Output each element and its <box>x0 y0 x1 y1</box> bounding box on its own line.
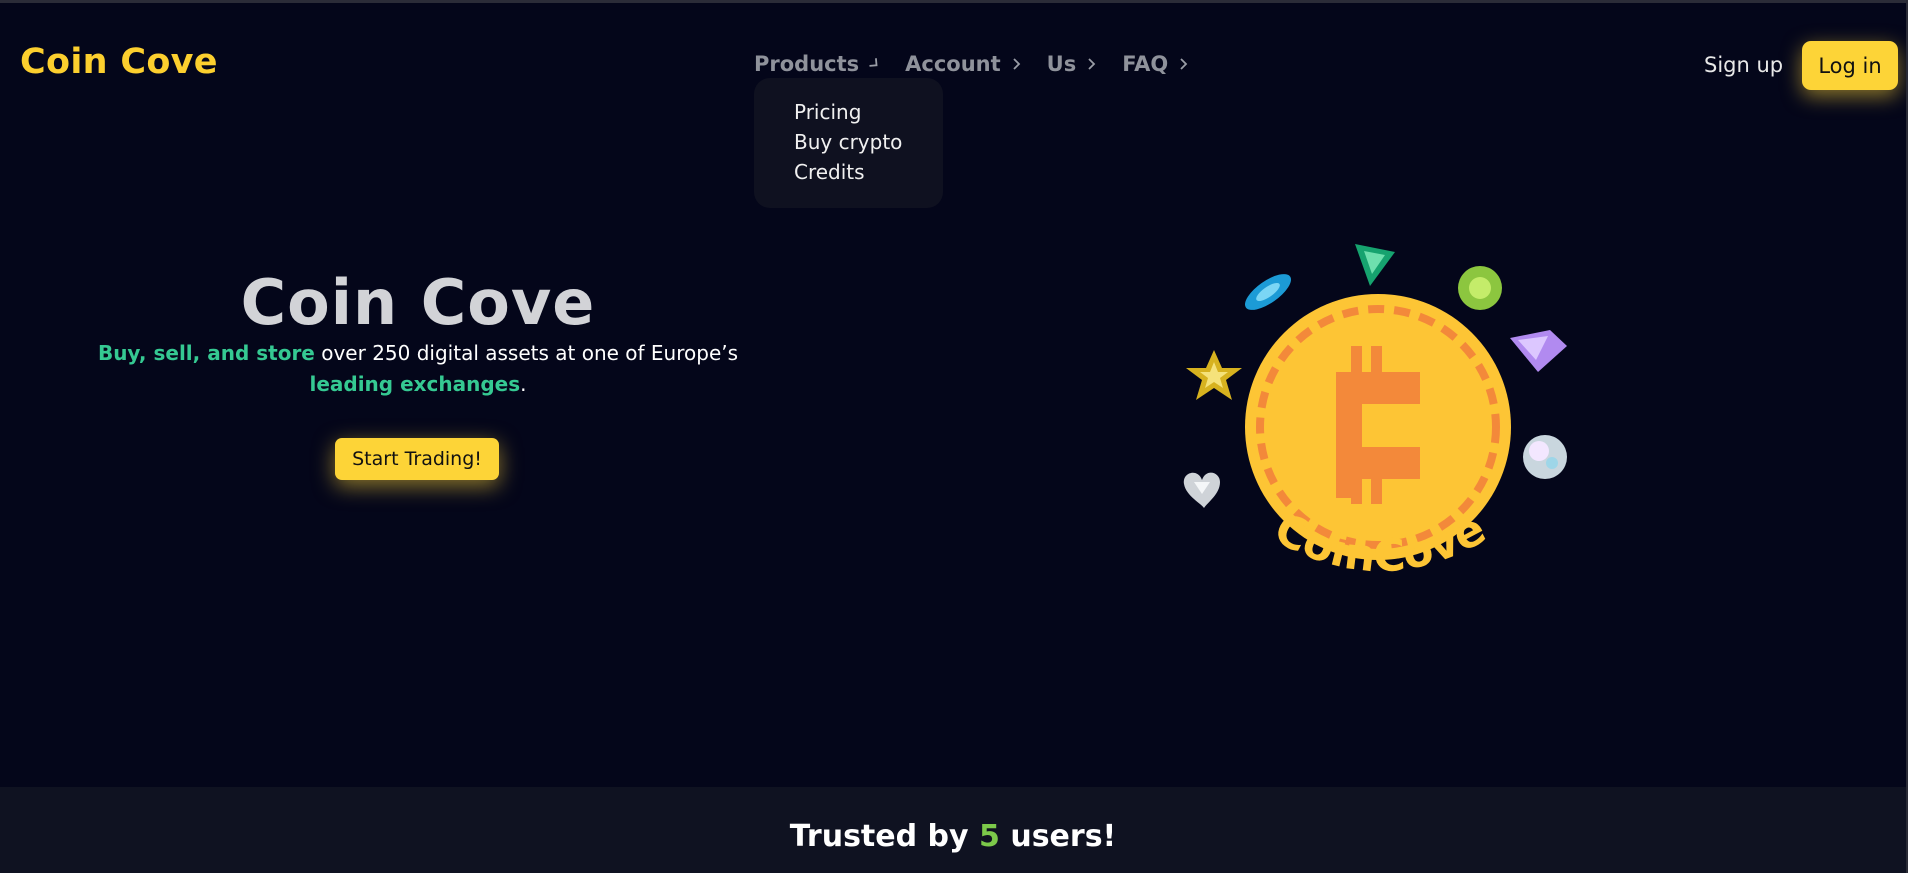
nav-products[interactable]: Products <box>754 52 883 76</box>
start-trading-button[interactable]: Start Trading! <box>335 438 499 480</box>
nav-us[interactable]: Us <box>1047 52 1101 76</box>
nav-account[interactable]: Account <box>905 52 1025 76</box>
trillion-gem-icon <box>1355 244 1395 286</box>
chevron-right-icon <box>1180 58 1188 70</box>
hero-subtitle: Buy, sell, and store over 250 digital as… <box>68 338 768 400</box>
star-gem-icon <box>1186 350 1242 400</box>
hero-subtitle-text-1: over 250 digital assets at one of Europe… <box>314 341 739 365</box>
window-top-border <box>0 0 1908 3</box>
products-dropdown: Pricing Buy crypto Credits <box>754 78 943 208</box>
dropdown-item-buy-crypto[interactable]: Buy crypto <box>794 130 902 154</box>
dropdown-item-credits[interactable]: Credits <box>794 160 865 184</box>
main-nav: Products Account Us FAQ <box>754 52 1192 76</box>
chevron-right-icon <box>1088 58 1096 70</box>
opal-gem-icon <box>1523 435 1567 479</box>
diamond-gem-icon <box>1510 330 1567 372</box>
hero-subtitle-text-2: . <box>520 372 527 396</box>
signup-link[interactable]: Sign up <box>1704 53 1783 77</box>
trust-suffix: users! <box>999 819 1117 854</box>
heart-gem-icon <box>1183 472 1220 508</box>
marquise-gem-icon <box>1245 274 1291 310</box>
chevron-right-icon <box>869 58 878 67</box>
hero-subtitle-highlight-1: Buy, sell, and store <box>97 341 315 365</box>
hero-title: Coin Cove <box>240 266 596 339</box>
dropdown-item-pricing[interactable]: Pricing <box>794 100 861 124</box>
chevron-right-icon <box>1013 58 1020 70</box>
trust-title: Trusted by 5 users! <box>0 819 1906 854</box>
nav-products-label: Products <box>754 52 860 76</box>
trust-banner: Trusted by 5 users! <box>0 787 1906 873</box>
nav-faq-label: FAQ <box>1122 52 1169 76</box>
coin-cove-illustration: CoinCove <box>1183 244 1567 583</box>
login-button[interactable]: Log in <box>1802 41 1898 90</box>
hero-subtitle-highlight-2: leading exchanges <box>309 372 521 396</box>
user-count: 5 <box>979 819 1000 854</box>
brand-logo[interactable]: Coin Cove <box>20 42 218 82</box>
nav-account-label: Account <box>905 52 1001 76</box>
nav-faq[interactable]: FAQ <box>1122 52 1192 76</box>
round-gem-icon <box>1458 266 1502 310</box>
nav-us-label: Us <box>1046 52 1077 76</box>
trust-prefix: Trusted by <box>789 819 980 854</box>
